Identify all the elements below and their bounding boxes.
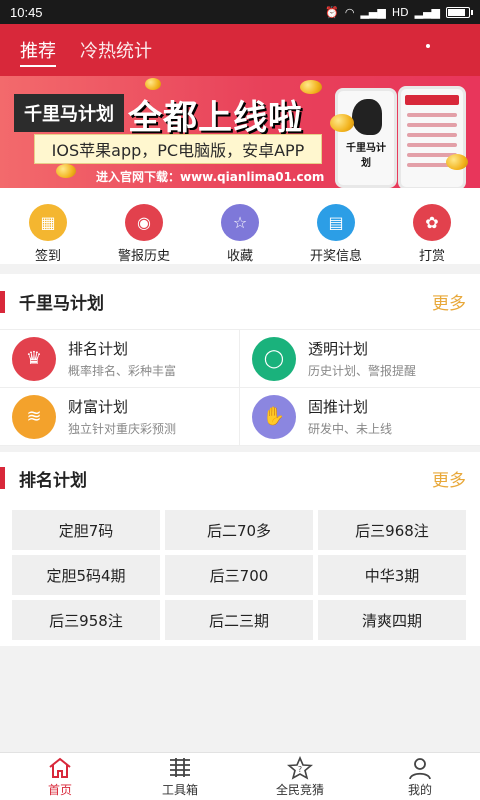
- plan-fixed[interactable]: ✋ 固推计划 研发中、未上线: [240, 388, 480, 446]
- quick-alarm-history[interactable]: ◉ 警报历史: [96, 188, 192, 264]
- quick-tip[interactable]: ✿ 打赏: [384, 188, 480, 264]
- quick-label: 签到: [34, 249, 61, 264]
- quick-label: 收藏: [226, 249, 253, 264]
- coins-icon: ≋: [12, 394, 56, 439]
- quick-lottery-info[interactable]: ▤ 开奖信息: [288, 188, 384, 264]
- ranking-tag[interactable]: 定胆5码4期: [12, 555, 160, 595]
- svg-text:?: ?: [298, 765, 302, 774]
- user-icon: [407, 756, 433, 780]
- coin-icon: [145, 78, 161, 90]
- ranking-section: 排名计划 更多 定胆7码 后二70多 后三968注 定胆5码4期 后三700 中…: [0, 452, 480, 646]
- alarm-icon: ◉: [125, 204, 163, 241]
- horse-logo-icon: [352, 99, 382, 135]
- decor-dot: [426, 44, 430, 48]
- ranking-tag[interactable]: 后二三期: [165, 600, 313, 640]
- plan-desc: 研发中、未上线: [308, 422, 393, 436]
- tab-hot-cold-stats[interactable]: 冷热统计: [80, 24, 152, 76]
- plan-name: 财富计划: [68, 398, 129, 416]
- quick-label: 打赏: [418, 249, 445, 264]
- chat-icon: ◯: [252, 336, 296, 381]
- section-title: 排名计划: [19, 470, 87, 491]
- ranking-tag[interactable]: 后二70多: [165, 510, 313, 550]
- banner-headline: 全都上线啦: [128, 98, 303, 138]
- quick-label: 警报历史: [117, 249, 170, 264]
- nav-label: 首页: [47, 782, 72, 797]
- ranking-tag[interactable]: 后三700: [165, 555, 313, 595]
- coin-icon: [330, 114, 354, 132]
- coin-icon: [56, 164, 76, 178]
- ranking-tag[interactable]: 中华3期: [318, 555, 466, 595]
- signal-icon: ▂▄▆: [360, 5, 386, 19]
- plan-transparent[interactable]: ◯ 透明计划 历史计划、警报提醒: [240, 330, 480, 388]
- phone-mockup: 千里马计划: [335, 88, 397, 188]
- status-bar: 10:45 ⏰ ◠ ▂▄▆ HD ▂▄▆: [0, 0, 480, 24]
- calendar-icon: ▦: [29, 204, 67, 241]
- alarm-clock-icon: ⏰: [325, 5, 339, 19]
- ranking-tags: 定胆7码 后二70多 后三968注 定胆5码4期 后三700 中华3期 后三95…: [0, 504, 480, 650]
- banner-brand: 千里马计划: [14, 94, 124, 132]
- nav-label: 全民竞猜: [275, 782, 324, 797]
- info-icon: ▤: [317, 204, 355, 241]
- ranking-tag[interactable]: 定胆7码: [12, 510, 160, 550]
- nav-label: 工具箱: [161, 782, 198, 797]
- quick-label: 开奖信息: [309, 249, 362, 264]
- banner-platforms: IOS苹果app，PC电脑版，安卓APP: [34, 134, 322, 164]
- section-title: 千里马计划: [19, 294, 104, 314]
- plans-grid: ♛ 排名计划 概率排名、彩种丰富 ◯ 透明计划 历史计划、警报提醒 ≋ 财富计划…: [0, 330, 480, 446]
- plan-name: 透明计划: [308, 340, 369, 358]
- banner-url: 进入官网下载：www.qianlima01.com: [96, 170, 325, 184]
- trophy-icon: ♛: [12, 336, 56, 381]
- plans-section: 千里马计划 更多 ♛ 排名计划 概率排名、彩种丰富 ◯ 透明计划 历史计划、警报…: [0, 274, 480, 446]
- plans-header: 千里马计划 更多: [0, 274, 480, 330]
- nav-toolbox[interactable]: 工具箱: [120, 753, 240, 800]
- ranking-tag[interactable]: 清爽四期: [318, 600, 466, 640]
- plan-desc: 概率排名、彩种丰富: [68, 364, 177, 378]
- nav-guess[interactable]: ? 全民竞猜: [240, 753, 360, 800]
- nav-mine[interactable]: 我的: [360, 753, 480, 800]
- coin-icon: [300, 80, 322, 94]
- nav-label: 我的: [407, 782, 432, 797]
- status-time: 10:45: [10, 4, 43, 20]
- section-accent: [0, 290, 5, 313]
- ranking-tag[interactable]: 后三968注: [318, 510, 466, 550]
- plan-desc: 历史计划、警报提醒: [308, 364, 417, 378]
- quick-checkin[interactable]: ▦ 签到: [0, 188, 96, 264]
- tab-recommend[interactable]: 推荐: [20, 24, 56, 76]
- nav-home[interactable]: 首页: [0, 753, 120, 800]
- phone-brand: 千里马计划: [346, 143, 386, 169]
- wifi-icon: ◠: [344, 5, 355, 19]
- gift-icon: ✿: [413, 204, 451, 241]
- status-icons: ⏰ ◠ ▂▄▆ HD ▂▄▆: [325, 5, 473, 19]
- ranking-tag[interactable]: 后三958注: [12, 600, 160, 640]
- battery-icon: [446, 6, 473, 18]
- plan-wealth[interactable]: ≋ 财富计划 独立针对重庆彩预测: [0, 388, 240, 446]
- quick-actions: ▦ 签到 ◉ 警报历史 ☆ 收藏 ▤ 开奖信息 ✿ 打赏: [0, 188, 480, 264]
- top-nav: 推荐 冷热统计: [0, 24, 480, 76]
- toolbox-icon: [167, 756, 193, 780]
- home-icon: [47, 756, 73, 780]
- phone-mockup-2: [398, 86, 466, 188]
- plan-name: 排名计划: [68, 340, 129, 358]
- star-question-icon: ?: [287, 755, 313, 780]
- ranking-header: 排名计划 更多: [0, 452, 480, 504]
- quick-favorites[interactable]: ☆ 收藏: [192, 188, 288, 264]
- star-icon: ☆: [221, 204, 259, 241]
- plan-desc: 独立针对重庆彩预测: [68, 422, 177, 436]
- plan-name: 固推计划: [308, 398, 369, 416]
- more-link[interactable]: 更多: [432, 466, 466, 491]
- bottom-nav: 首页 工具箱 ? 全民竞猜 我的: [0, 752, 480, 800]
- coin-icon: [446, 154, 468, 170]
- network-type: HD: [391, 5, 409, 19]
- section-accent: [0, 467, 5, 489]
- promo-banner[interactable]: 千里马计划 全都上线啦 IOS苹果app，PC电脑版，安卓APP 进入官网下载：…: [0, 76, 480, 188]
- hand-icon: ✋: [252, 394, 296, 439]
- more-link[interactable]: 更多: [432, 289, 466, 314]
- plan-ranking[interactable]: ♛ 排名计划 概率排名、彩种丰富: [0, 330, 240, 388]
- signal-icon-2: ▂▄▆: [414, 5, 440, 19]
